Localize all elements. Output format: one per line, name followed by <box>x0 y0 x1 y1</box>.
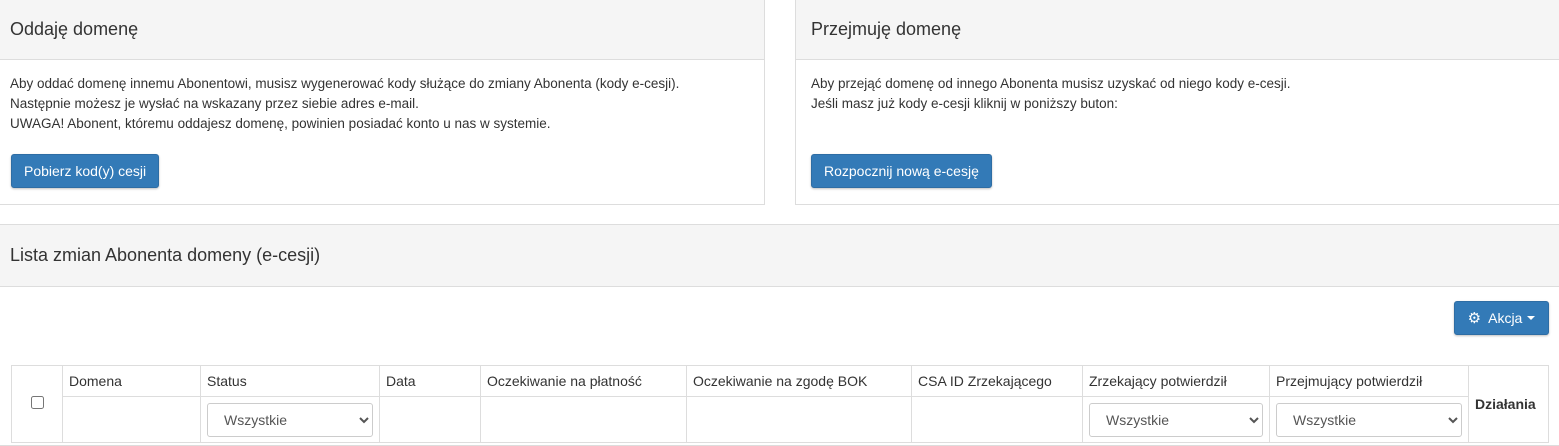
przejmujacy-filter-select[interactable]: Wszystkie <box>1276 402 1462 437</box>
caret-down-icon <box>1527 316 1536 320</box>
column-header-status[interactable]: Status <box>200 365 380 397</box>
take-domain-text-line: Jeśli masz już kody e-cesji kliknij w po… <box>811 96 1118 111</box>
column-header-payment[interactable]: Oczekiwanie na płatność <box>480 365 687 397</box>
filter-cell-bok <box>686 396 912 443</box>
give-domain-text-line: UWAGA! Abonent, któremu oddajesz domenę,… <box>10 116 551 131</box>
take-domain-description: Aby przejąć domenę od innego Abonenta mu… <box>796 60 1559 128</box>
give-domain-description: Aby oddać domenę innemu Abonentowi, musi… <box>0 60 764 148</box>
take-domain-panel-header: Przejmuję domenę <box>796 0 1559 60</box>
cession-table: Domena Status Data Oczekiwanie na płatno… <box>11 365 1549 443</box>
filter-cell-domena <box>62 396 201 443</box>
take-domain-text-line: Aby przejąć domenę od innego Abonenta mu… <box>811 76 1291 91</box>
take-domain-title: Przejmuję domenę <box>811 19 962 39</box>
filter-cell-csa <box>911 396 1083 443</box>
column-header-dzialania: Działania <box>1468 365 1549 443</box>
column-header-zrzekajacy[interactable]: Zrzekający potwierdził <box>1082 365 1270 397</box>
cession-list-panel-header: Lista zmian Abonenta domeny (e-cesji) <box>0 225 1559 287</box>
column-header-domena[interactable]: Domena <box>62 365 201 397</box>
filter-cell-data <box>379 396 481 443</box>
filter-cell-przejmujacy: Wszystkie <box>1269 396 1469 443</box>
table-header-row: Domena Status Data Oczekiwanie na płatno… <box>11 365 1549 443</box>
action-button-label: Akcja <box>1488 310 1523 326</box>
table-filter-row: Wszystkie Wszystkie Wszystkie <box>12 396 1549 443</box>
zrzekajacy-filter-select[interactable]: Wszystkie <box>1089 402 1263 437</box>
column-header-csa[interactable]: CSA ID Zrzekającego <box>911 365 1083 397</box>
gear-icon: ⚙ <box>1467 309 1482 327</box>
status-filter-select[interactable]: Wszystkie <box>207 402 373 437</box>
column-header-przejmujacy[interactable]: Przejmujący potwierdził <box>1269 365 1469 397</box>
action-dropdown-button[interactable]: ⚙ Akcja <box>1454 301 1549 335</box>
select-all-checkbox[interactable] <box>30 396 44 409</box>
column-header-data[interactable]: Data <box>379 365 481 397</box>
filter-cell-zrzekajacy: Wszystkie <box>1082 396 1270 443</box>
give-domain-panel-header: Oddaję domenę <box>0 0 764 60</box>
filter-cell-payment <box>480 396 687 443</box>
give-domain-text-line: Następnie możesz je wysłać na wskazany p… <box>10 96 419 111</box>
select-all-cell <box>11 365 63 443</box>
give-domain-title: Oddaję domenę <box>10 19 139 39</box>
give-domain-text-line: Aby oddać domenę innemu Abonentowi, musi… <box>10 76 680 91</box>
get-cession-codes-button[interactable]: Pobierz kod(y) cesji <box>11 154 160 188</box>
cession-list-title: Lista zmian Abonenta domeny (e-cesji) <box>10 245 321 265</box>
column-header-bok[interactable]: Oczekiwanie na zgodę BOK <box>686 365 912 397</box>
start-new-cession-button[interactable]: Rozpocznij nową e-cesję <box>811 154 992 188</box>
filter-cell-status: Wszystkie <box>200 396 380 443</box>
